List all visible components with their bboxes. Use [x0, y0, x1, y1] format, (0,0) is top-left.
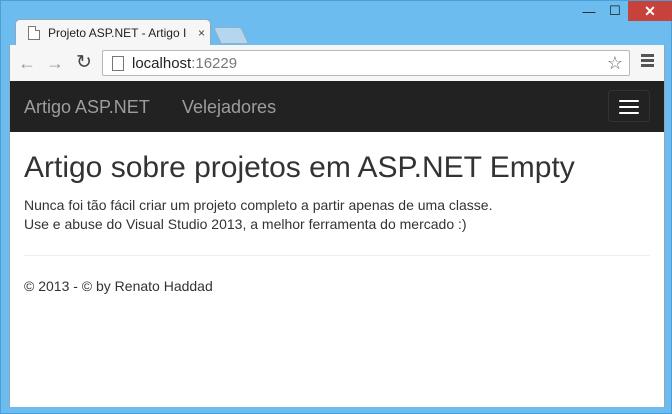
nav-link-velejadores[interactable]: Velejadores	[182, 97, 276, 118]
hamburger-menu-icon[interactable]	[641, 54, 654, 69]
tab-strip: Projeto ASP.NET - Artigo I ×	[9, 19, 669, 45]
reload-icon[interactable]: ↻	[76, 51, 92, 74]
navbar-brand[interactable]: Artigo ASP.NET	[24, 97, 150, 118]
hamburger-bar	[619, 100, 639, 102]
intro-paragraph-2: Use e abuse do Visual Studio 2013, a mel…	[24, 216, 467, 232]
navbar-toggle-button[interactable]	[608, 90, 650, 122]
page-icon	[112, 55, 124, 71]
browser-window: — ☐ ✕ Projeto ASP.NET - Artigo I × ← → ↻…	[0, 0, 672, 414]
back-arrow-icon[interactable]: ←	[18, 53, 36, 74]
address-bar[interactable]: localhost:16229 ☆	[102, 50, 630, 76]
hamburger-bar	[619, 106, 639, 108]
page-footer: © 2013 - © by Renato Haddad	[24, 278, 213, 294]
site-navbar: Artigo ASP.NET Velejadores	[10, 81, 664, 132]
divider	[24, 255, 650, 256]
hamburger-bar	[619, 112, 639, 114]
close-window-button[interactable]: ✕	[628, 1, 672, 21]
tab-close-icon[interactable]: ×	[198, 26, 205, 40]
page-icon	[28, 25, 40, 40]
browser-tab[interactable]: Projeto ASP.NET - Artigo I ×	[15, 19, 211, 45]
address-port: :16229	[191, 54, 238, 72]
page-heading: Artigo sobre projetos em ASP.NET Empty	[24, 151, 575, 184]
bookmark-star-icon[interactable]: ☆	[607, 53, 623, 74]
browser-toolbar: ← → ↻ localhost:16229 ☆	[9, 45, 665, 81]
new-tab-button[interactable]	[213, 27, 249, 44]
minimize-button[interactable]: —	[576, 1, 602, 21]
address-host: localhost	[132, 54, 192, 72]
intro-paragraph-1: Nunca foi tão fácil criar um projeto com…	[24, 197, 493, 213]
tab-title: Projeto ASP.NET - Artigo I	[48, 25, 187, 40]
web-page: Artigo ASP.NET Velejadores Artigo sobre …	[9, 81, 665, 407]
forward-arrow-icon[interactable]: →	[46, 53, 64, 74]
maximize-button[interactable]: ☐	[602, 1, 628, 21]
